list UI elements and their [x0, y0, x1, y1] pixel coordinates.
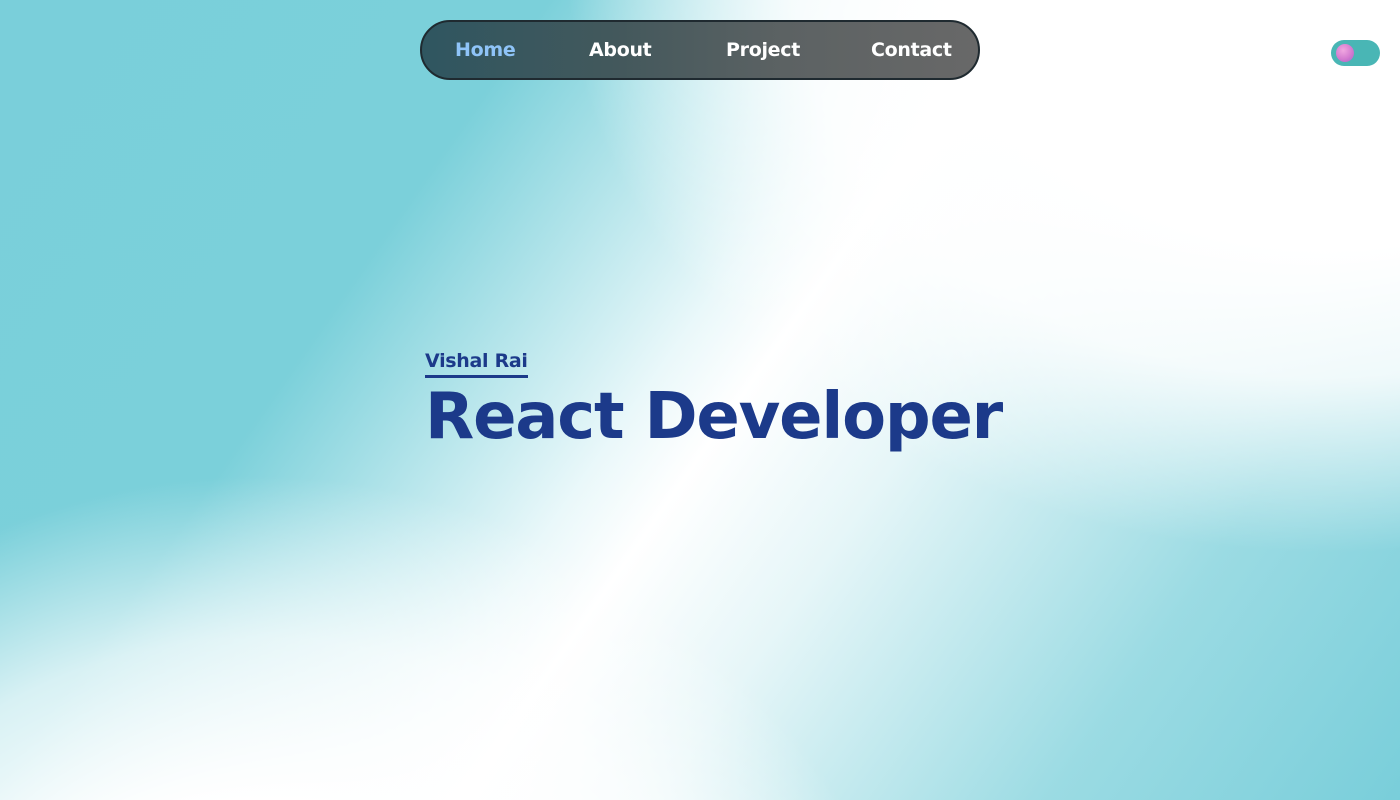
- nav-link-home[interactable]: Home: [455, 39, 516, 61]
- nav-link-contact[interactable]: Contact: [871, 39, 952, 61]
- hero-section: Vishal Rai React Developer: [425, 350, 1003, 454]
- nav-link-project[interactable]: Project: [726, 39, 800, 61]
- main-navbar: Home About Project Contact: [420, 20, 980, 80]
- theme-toggle-switch[interactable]: [1331, 40, 1380, 66]
- hero-name: Vishal Rai: [425, 350, 528, 378]
- nav-link-about[interactable]: About: [589, 39, 652, 61]
- theme-toggle-icon: [1336, 44, 1354, 62]
- hero-title: React Developer: [425, 380, 1003, 454]
